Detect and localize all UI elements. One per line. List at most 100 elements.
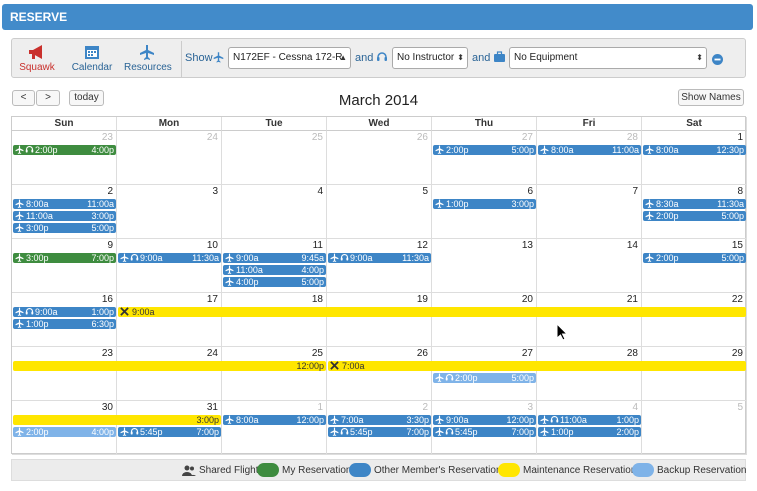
day-cell[interactable]: 23: [12, 131, 117, 185]
reservation-event[interactable]: 11:00a 3:00p: [13, 211, 116, 221]
instructor-select[interactable]: No Instructor ⬍: [392, 47, 468, 69]
day-cell[interactable]: 5: [327, 185, 432, 239]
event-start-time: 8:30a: [656, 199, 679, 209]
day-cell[interactable]: 1: [222, 401, 327, 455]
reservation-event[interactable]: 2:00p 5:00p: [643, 211, 746, 221]
reservation-event[interactable]: 9:00a 11:30a: [118, 253, 221, 263]
day-number: 30: [101, 402, 113, 413]
airplane-icon: [435, 199, 444, 209]
show-names-button[interactable]: Show Names: [678, 89, 744, 106]
day-cell[interactable]: 9: [12, 239, 117, 293]
reservation-event[interactable]: 8:00a 11:00a: [13, 199, 116, 209]
day-cell[interactable]: 6: [432, 185, 537, 239]
reservation-event[interactable]: 5:45p 7:00p: [328, 427, 431, 437]
day-cell[interactable]: 26: [327, 347, 432, 401]
maintenance-reservation[interactable]: 7:00a: [328, 361, 746, 371]
reservation-event[interactable]: 9:00a 12:00p: [433, 415, 536, 425]
calendar-button[interactable]: Calendar: [70, 42, 114, 76]
day-cell[interactable]: 27: [432, 131, 537, 185]
reservation-event[interactable]: 1:00p 6:30p: [13, 319, 116, 329]
day-cell[interactable]: 29: [642, 347, 747, 401]
headset-icon: [340, 427, 349, 437]
day-cell[interactable]: 23: [12, 347, 117, 401]
event-end-time: 5:00p: [511, 145, 534, 155]
reservation-event[interactable]: 7:00a 3:30p: [328, 415, 431, 425]
day-cell[interactable]: 21: [537, 293, 642, 347]
day-cell[interactable]: 20: [432, 293, 537, 347]
event-start-time: 8:00a: [26, 199, 49, 209]
day-cell[interactable]: 13: [432, 239, 537, 293]
airplane-icon: [645, 253, 654, 263]
app-header: RESERVE: [2, 4, 753, 30]
day-cell[interactable]: 28: [537, 131, 642, 185]
reservation-event[interactable]: 2:00p 5:00p: [433, 373, 536, 383]
instructor-select-value: No Instructor: [397, 52, 455, 63]
reservation-event[interactable]: 2:00p 5:00p: [643, 253, 746, 263]
day-cell[interactable]: 22: [642, 293, 747, 347]
reservation-event[interactable]: 9:00a 1:00p: [13, 307, 116, 317]
reservation-event[interactable]: 8:00a 12:30p: [643, 145, 746, 155]
day-cell[interactable]: 3: [117, 185, 222, 239]
day-number: 5: [737, 402, 743, 413]
day-cell[interactable]: 18: [222, 293, 327, 347]
reservation-event[interactable]: 8:30a 11:30a: [643, 199, 746, 209]
day-cell[interactable]: 15: [642, 239, 747, 293]
reservation-event[interactable]: 4:00p 5:00p: [223, 277, 326, 287]
airplane-icon: [540, 145, 549, 155]
reservation-event[interactable]: 8:00a 12:00p: [223, 415, 326, 425]
day-cell[interactable]: 10: [117, 239, 222, 293]
remove-icon[interactable]: [712, 54, 723, 65]
day-cell[interactable]: 12: [327, 239, 432, 293]
reservation-event[interactable]: 1:00p 2:00p: [538, 427, 641, 437]
day-cell[interactable]: 19: [327, 293, 432, 347]
reservation-event[interactable]: 3:00p 5:00p: [13, 223, 116, 233]
day-cell[interactable]: 24: [117, 347, 222, 401]
reservation-event[interactable]: 2:00p 5:00p: [433, 145, 536, 155]
day-cell[interactable]: 26: [327, 131, 432, 185]
resources-button[interactable]: Resources: [124, 42, 172, 76]
equipment-select[interactable]: No Equipment ⬍: [509, 47, 707, 69]
reservation-event[interactable]: 9:00a 11:30a: [328, 253, 431, 263]
reservation-event[interactable]: 8:00a 11:00a: [538, 145, 641, 155]
day-cell[interactable]: 28: [537, 347, 642, 401]
squawk-button[interactable]: Squawk: [18, 42, 56, 76]
reservation-event[interactable]: 9:00a 9:45a: [223, 253, 326, 263]
day-number: 1: [737, 132, 743, 143]
event-start-time: 11:00a: [26, 211, 53, 221]
legend-backup-swatch: [632, 463, 654, 477]
reservation-event[interactable]: 2:00p 4:00p: [13, 427, 116, 437]
day-cell[interactable]: 14: [537, 239, 642, 293]
day-cell[interactable]: 4: [222, 185, 327, 239]
day-cell[interactable]: 7: [537, 185, 642, 239]
event-end-time: 4:00p: [91, 145, 114, 155]
aircraft-select[interactable]: N172EF - Cessna 172-R ▲: [228, 47, 351, 69]
reservation-event[interactable]: 5:45p 7:00p: [433, 427, 536, 437]
day-cell[interactable]: 17: [117, 293, 222, 347]
reservation-event[interactable]: 2:00p 4:00p: [13, 145, 116, 155]
shared-flight-icon: [182, 465, 196, 476]
reservation-event[interactable]: 3:00p 7:00p: [13, 253, 116, 263]
day-cell[interactable]: 25: [222, 131, 327, 185]
maintenance-reservation[interactable]: 12:00p: [13, 361, 326, 371]
airplane-icon: [540, 427, 549, 437]
day-cell[interactable]: 25: [222, 347, 327, 401]
maintenance-reservation[interactable]: 3:00p: [13, 415, 221, 425]
day-cell[interactable]: 5: [642, 401, 747, 455]
event-end-time: 11:30a: [402, 253, 429, 263]
reservation-event[interactable]: 11:00a 4:00p: [223, 265, 326, 275]
reservation-event[interactable]: 5:45p 7:00p: [118, 427, 221, 437]
maintenance-reservation[interactable]: 9:00a: [118, 307, 746, 317]
day-cell[interactable]: 24: [117, 131, 222, 185]
day-header-thu: Thu: [432, 117, 537, 131]
day-number: 19: [416, 294, 428, 305]
day-number: 15: [731, 240, 743, 251]
event-start-time: 2:00p: [656, 253, 679, 263]
headset-icon: [445, 427, 454, 437]
headset-icon: [340, 253, 349, 263]
day-number: 17: [206, 294, 218, 305]
reservation-event[interactable]: 1:00p 3:00p: [433, 199, 536, 209]
event-start-time: 9:00a: [446, 415, 469, 425]
reservation-event[interactable]: 11:00a 1:00p: [538, 415, 641, 425]
event-end-time: 5:00p: [91, 223, 114, 233]
day-cell[interactable]: 1: [642, 131, 747, 185]
